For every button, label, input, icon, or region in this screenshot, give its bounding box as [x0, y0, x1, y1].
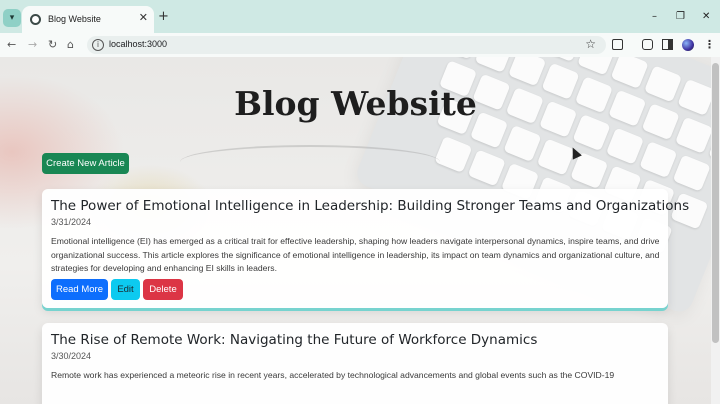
menu-icon[interactable]: ⋮ — [704, 38, 715, 52]
tab-close-icon[interactable]: ✕ — [139, 11, 148, 25]
url-text[interactable]: localhost:3000 — [109, 39, 167, 49]
article-date: 3/31/2024 — [51, 217, 92, 227]
article-title: The Power of Emotional Intelligence in L… — [51, 198, 690, 214]
back-button[interactable]: ← — [7, 37, 16, 53]
restore-button[interactable]: ❐ — [676, 11, 685, 23]
tab-search-button[interactable]: ▾ — [3, 9, 21, 27]
reading-list-icon[interactable] — [642, 39, 653, 50]
close-window-button[interactable]: ✕ — [702, 11, 710, 23]
background-cable — [180, 145, 440, 179]
minimize-button[interactable]: – — [652, 11, 657, 23]
tab-strip: ▾ Blog Website ✕ + – ❐ ✕ — [0, 0, 720, 33]
address-bar[interactable]: i localhost:3000 ☆ — [87, 36, 606, 54]
new-tab-button[interactable]: + — [158, 10, 169, 24]
page-viewport: Blog Website Create New Article The Powe… — [0, 57, 711, 404]
create-article-button[interactable]: Create New Article — [42, 153, 129, 174]
profile-avatar[interactable] — [682, 39, 694, 51]
read-more-button[interactable]: Read More — [51, 279, 108, 300]
browser-toolbar: ← → ↻ ⌂ i localhost:3000 ☆ ⋮ — [0, 33, 720, 57]
home-button[interactable]: ⌂ — [67, 37, 74, 53]
article-excerpt: Emotional intelligence (EI) has emerged … — [51, 236, 660, 273]
edit-button[interactable]: Edit — [111, 279, 140, 300]
forward-button[interactable]: → — [28, 37, 37, 53]
bookmark-star-icon[interactable]: ☆ — [585, 37, 596, 51]
article-excerpt: Remote work has experienced a meteoric r… — [51, 370, 615, 380]
delete-button[interactable]: Delete — [143, 279, 183, 300]
page-title: Blog Website — [234, 84, 477, 123]
side-panel-icon[interactable] — [662, 39, 673, 50]
globe-icon — [30, 14, 41, 25]
vertical-scrollbar[interactable] — [711, 57, 720, 404]
extensions-icon[interactable] — [612, 39, 623, 50]
tab-title: Blog Website — [48, 14, 101, 24]
scrollbar-thumb[interactable] — [712, 63, 719, 343]
article-card: The Power of Emotional Intelligence in L… — [42, 189, 690, 308]
article-card: The Rise of Remote Work: Navigating the … — [42, 323, 668, 404]
article-title: The Rise of Remote Work: Navigating the … — [51, 332, 538, 348]
article-date: 3/30/2024 — [51, 351, 92, 361]
browser-tab[interactable]: Blog Website ✕ — [22, 6, 154, 33]
reload-button[interactable]: ↻ — [48, 37, 57, 53]
site-info-icon[interactable]: i — [92, 39, 104, 51]
